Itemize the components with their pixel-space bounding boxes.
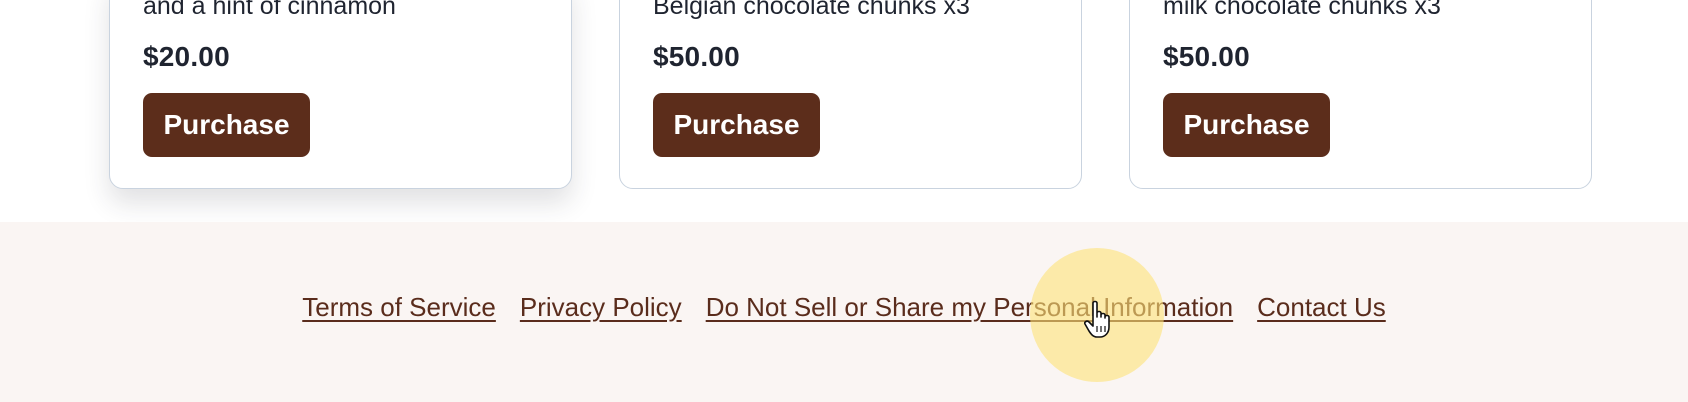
product-price: $20.00	[143, 41, 230, 72]
product-price: $50.00	[653, 41, 740, 72]
product-price: $50.00	[1163, 41, 1250, 72]
terms-of-service-link[interactable]: Terms of Service	[302, 292, 496, 323]
privacy-policy-link[interactable]: Privacy Policy	[520, 292, 682, 323]
product-description: and a hint of cinnamon	[143, 0, 396, 20]
product-grid: and a hint of cinnamon $20.00 Purchase B…	[0, 0, 1688, 222]
product-card: and a hint of cinnamon $20.00 Purchase	[109, 0, 572, 189]
product-description: milk chocolate chunks x3	[1163, 0, 1441, 20]
product-card: milk chocolate chunks x3 $50.00 Purchase	[1129, 0, 1592, 189]
purchase-button[interactable]: Purchase	[1163, 93, 1330, 157]
product-description: Belgian chocolate chunks x3	[653, 0, 970, 20]
product-card: Belgian chocolate chunks x3 $50.00 Purch…	[619, 0, 1082, 189]
hand-pointer-icon	[1084, 300, 1110, 338]
purchase-button[interactable]: Purchase	[143, 93, 310, 157]
purchase-button[interactable]: Purchase	[653, 93, 820, 157]
footer-nav: Terms of Service Privacy Policy Do Not S…	[0, 292, 1688, 323]
contact-us-link[interactable]: Contact Us	[1257, 292, 1386, 323]
site-footer: Terms of Service Privacy Policy Do Not S…	[0, 222, 1688, 402]
